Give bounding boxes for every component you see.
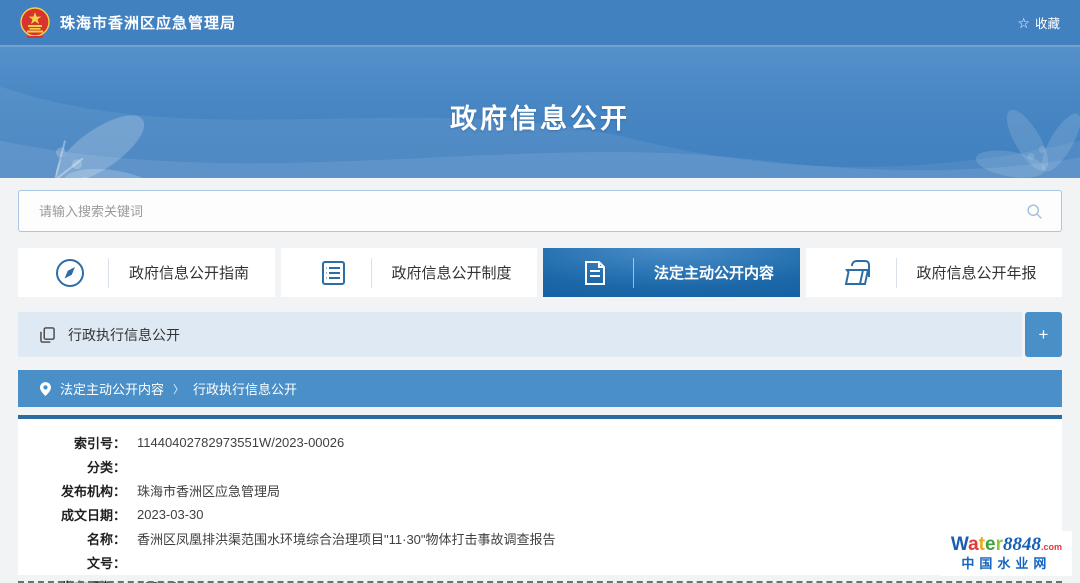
water8848-watermark: Water8848.com 中国水业网	[941, 531, 1072, 576]
search-icon[interactable]	[1020, 197, 1048, 225]
field-row: 名称： 香洲区凤凰排洪渠范围水环境综合治理项目"11·30"物体打击事故调查报告	[18, 526, 1062, 550]
list-document-icon	[317, 257, 349, 289]
location-pin-icon	[40, 382, 51, 396]
field-label: 索引号：	[18, 433, 126, 452]
breadcrumb-separator: 〉	[173, 381, 184, 397]
watermark-letters: Water	[951, 534, 1003, 555]
copy-icon	[40, 327, 55, 343]
compass-icon	[54, 257, 86, 289]
field-label: 名称：	[18, 529, 126, 548]
breadcrumb-item-statutory[interactable]: 法定主动公开内容	[60, 379, 164, 398]
favorite-label: 收藏	[1035, 13, 1060, 32]
field-value: 2023-03-30	[137, 507, 204, 522]
field-label: 发布机构：	[18, 481, 126, 500]
field-row: 索引号： 11440402782973551W/2023-00026	[18, 430, 1062, 454]
search-input[interactable]	[18, 190, 1062, 232]
section-row: 行政执行信息公开 +	[18, 312, 1062, 357]
field-value: 11440402782973551W/2023-00026	[137, 435, 344, 450]
page-title: 政府信息公开	[0, 97, 1080, 136]
breadcrumb: 法定主动公开内容 〉 行政执行信息公开	[18, 370, 1062, 407]
page-banner: 政府信息公开	[0, 45, 1080, 178]
section-admin-enforcement[interactable]: 行政执行信息公开	[18, 312, 1022, 357]
tabs: 政府信息公开指南 政府信息公开制度 法定主动公开内容 政府信息公开年报	[18, 248, 1062, 297]
breadcrumb-item-admin-enforcement[interactable]: 行政执行信息公开	[193, 379, 297, 398]
field-label: 成文日期：	[18, 505, 126, 524]
tab-statutory-disclosure[interactable]: 法定主动公开内容	[543, 248, 800, 297]
field-label: 分类：	[18, 457, 126, 476]
section-title: 行政执行信息公开	[68, 325, 180, 345]
site-title: 珠海市香洲区应急管理局	[60, 12, 236, 33]
tab-disclosure-system[interactable]: 政府信息公开制度	[281, 248, 538, 297]
field-row: 分类：	[18, 454, 1062, 478]
search-bar	[18, 190, 1062, 232]
expand-button[interactable]: +	[1025, 312, 1062, 357]
watermark-tld: .com	[1041, 542, 1062, 552]
star-icon: ☆	[1017, 16, 1030, 30]
watermark-subtitle: 中国水业网	[951, 557, 1062, 572]
tab-label: 政府信息公开指南	[129, 262, 249, 283]
national-emblem-icon	[20, 7, 50, 39]
field-row: 发布机构： 珠海市香洲区应急管理局	[18, 478, 1062, 502]
field-value: 香洲区凤凰排洪渠范围水环境综合治理项目"11·30"物体打击事故调查报告	[137, 529, 556, 548]
tab-label: 法定主动公开内容	[654, 262, 774, 283]
tab-separator	[108, 258, 109, 288]
favorite-button[interactable]: ☆ 收藏	[1017, 13, 1060, 32]
document-detail-panel: 索引号： 11440402782973551W/2023-00026 分类： 发…	[18, 415, 1062, 575]
tab-separator	[896, 258, 897, 288]
watermark-brand: Water8848.com	[951, 534, 1062, 556]
field-label: 文号：	[18, 553, 126, 572]
top-header: 珠海市香洲区应急管理局 ☆ 收藏	[0, 0, 1080, 45]
field-row: 成文日期： 2023-03-30	[18, 502, 1062, 526]
document-icon	[579, 257, 611, 289]
field-row: 文号：	[18, 550, 1062, 574]
tab-separator	[633, 258, 634, 288]
watermark-number: 8848	[1003, 534, 1041, 555]
tab-label: 政府信息公开制度	[392, 262, 512, 283]
tab-disclosure-guide[interactable]: 政府信息公开指南	[18, 248, 275, 297]
tab-separator	[371, 258, 372, 288]
folder-icon	[842, 257, 874, 289]
field-value: 珠海市香洲区应急管理局	[137, 481, 280, 500]
tab-annual-report[interactable]: 政府信息公开年报	[806, 248, 1063, 297]
tab-label: 政府信息公开年报	[917, 262, 1037, 283]
